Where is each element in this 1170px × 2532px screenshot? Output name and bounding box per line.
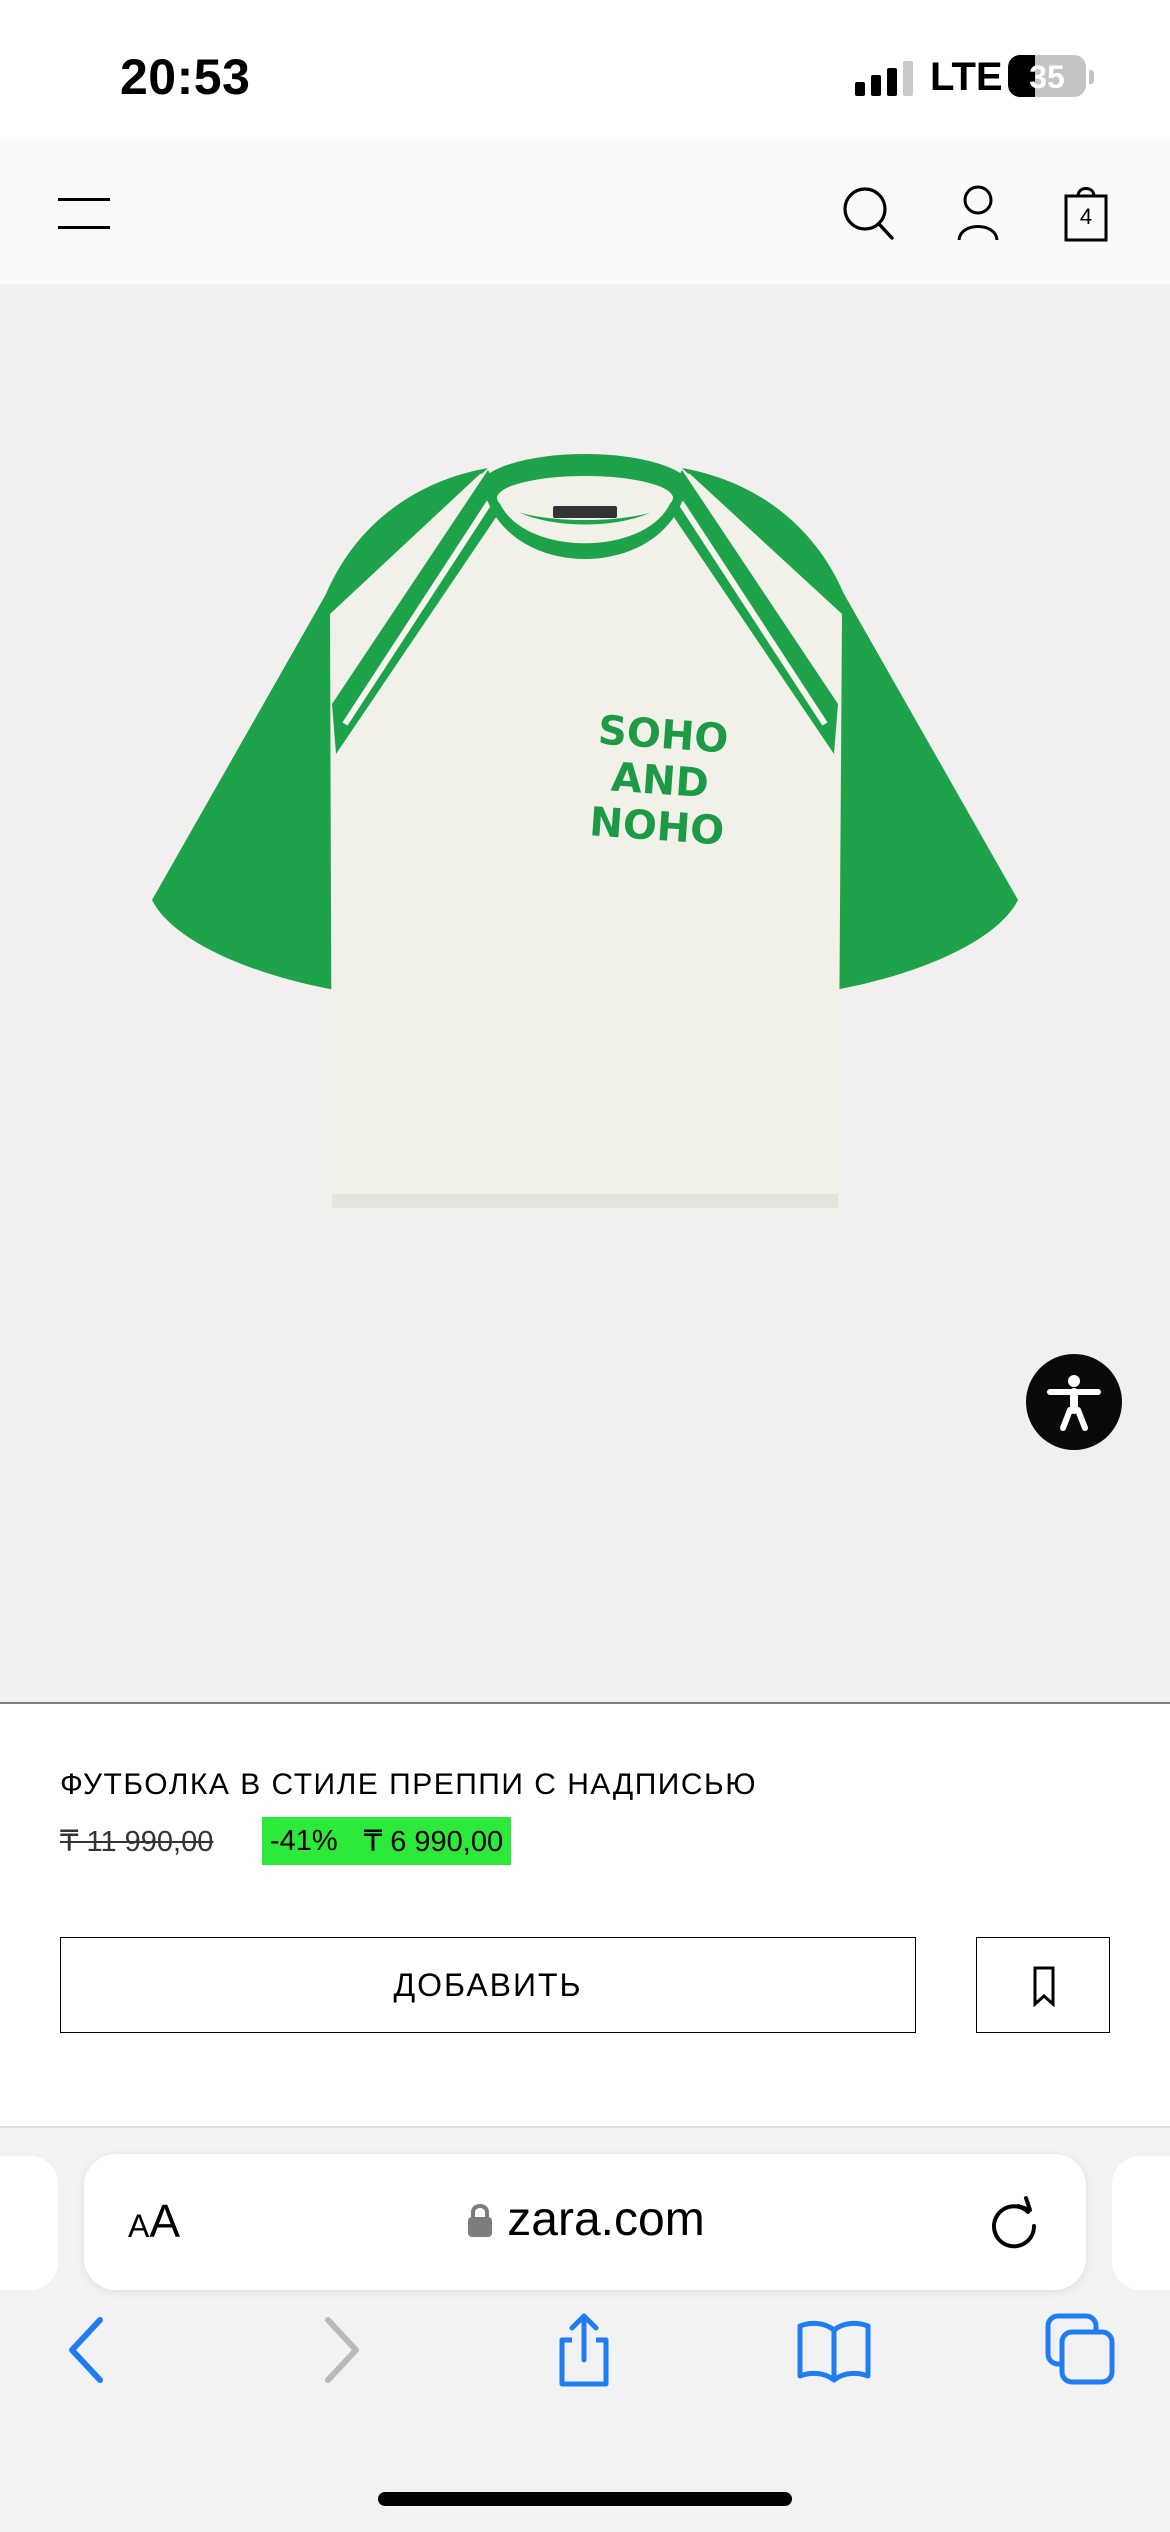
previous-tab-peek[interactable]: [0, 2156, 58, 2290]
battery-percent: 35: [1029, 59, 1065, 95]
url-display[interactable]: zara.com: [84, 2192, 1086, 2247]
signal-icon: [855, 58, 915, 96]
shopping-bag-icon[interactable]: 4: [1056, 180, 1116, 244]
back-icon[interactable]: [46, 2310, 126, 2390]
hamburger-menu-icon[interactable]: [58, 190, 110, 234]
share-icon[interactable]: [544, 2310, 624, 2390]
tabs-icon[interactable]: [1040, 2310, 1120, 2390]
search-icon[interactable]: [838, 180, 898, 244]
old-price: ₸ 11 990,00: [60, 1826, 214, 1858]
forward-icon[interactable]: [300, 2310, 380, 2390]
network-type: LTE: [930, 55, 1003, 99]
reload-icon[interactable]: [984, 2192, 1044, 2252]
next-tab-peek[interactable]: [1112, 2156, 1170, 2290]
bookmark-button[interactable]: [976, 1937, 1110, 2033]
shirt-print: SOHO AND NOHO: [555, 705, 764, 857]
sale-price: ₸ 6 990,00: [363, 1825, 504, 1858]
bookmarks-icon[interactable]: [794, 2310, 874, 2390]
status-time: 20:53: [120, 49, 251, 105]
site-header: 4: [0, 140, 1170, 284]
status-bar: 20:53 LTE 35: [0, 0, 1170, 140]
product-title: ФУТБОЛКА В СТИЛЕ ПРЕППИ С НАДПИСЬЮ: [60, 1768, 758, 1801]
product-image[interactable]: SOHO AND NOHO: [0, 284, 1170, 1702]
url-text: zara.com: [507, 2193, 705, 2246]
bag-count: 4: [1079, 204, 1093, 229]
lock-icon: [468, 2203, 493, 2237]
add-to-cart-button[interactable]: ДОБАВИТЬ: [60, 1937, 916, 2033]
home-indicator[interactable]: [378, 2492, 792, 2506]
divider: [0, 1702, 1170, 1704]
accessibility-button[interactable]: [1026, 1354, 1122, 1450]
address-bar[interactable]: AA zara.com: [84, 2154, 1086, 2290]
battery-tip: [1089, 70, 1094, 84]
battery-icon: 35: [1008, 55, 1086, 97]
sale-badge: -41% ₸ 6 990,00: [262, 1817, 512, 1865]
discount-percent: -41%: [270, 1824, 338, 1857]
user-icon[interactable]: [948, 180, 1008, 244]
tshirt-image: [152, 454, 1018, 1210]
accessibility-icon: [1047, 1375, 1101, 1431]
bookmark-icon: [1033, 1966, 1055, 2008]
